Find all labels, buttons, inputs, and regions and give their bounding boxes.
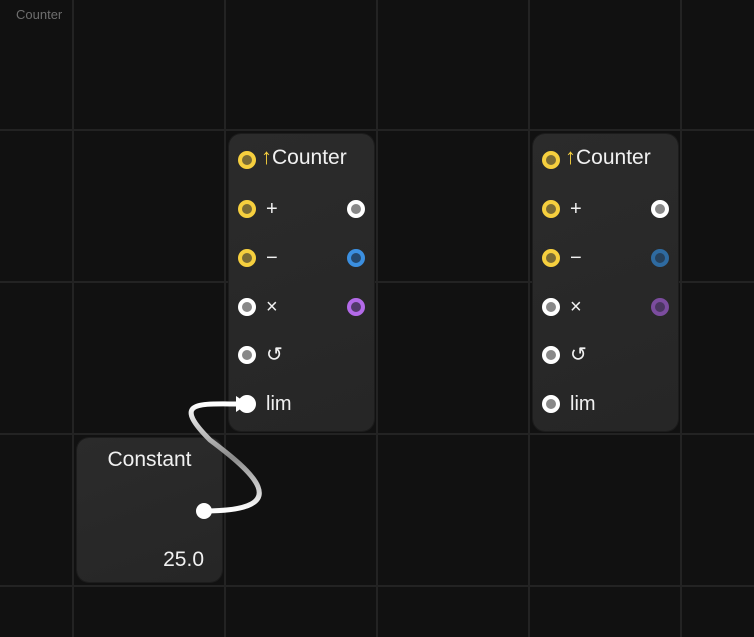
grid-line [224, 0, 226, 637]
node-title-text: Counter [576, 146, 651, 169]
port-row-reset: ↺ [533, 343, 678, 367]
reset-input-port[interactable] [238, 346, 256, 364]
port-label: lim [570, 393, 596, 415]
constant-node[interactable]: Constant 25.0 [77, 438, 222, 582]
decrement-input-port[interactable] [238, 249, 256, 267]
node-title: ↑Counter [261, 145, 347, 170]
grid-line [528, 0, 530, 637]
trigger-input-port[interactable] [542, 151, 560, 169]
counter-node-1[interactable]: ↑Counter + − × ↺ lim [229, 134, 374, 431]
output-port-purple[interactable] [347, 298, 365, 316]
port-row-increment: + [533, 197, 678, 221]
grid-line [72, 0, 74, 637]
node-title: ↑Counter [565, 145, 651, 170]
port-row-decrement: − [533, 246, 678, 270]
counter-node-2[interactable]: ↑Counter + − × ↺ lim [533, 134, 678, 431]
port-row-decrement: − [229, 246, 374, 270]
trigger-input-port[interactable] [238, 151, 256, 169]
port-label: lim [266, 393, 292, 415]
increment-input-port[interactable] [542, 200, 560, 218]
arrow-up-icon: ↑ [261, 144, 272, 169]
grid-line [680, 0, 682, 637]
port-label: × [570, 296, 582, 318]
limit-input-port[interactable] [542, 395, 560, 413]
increment-input-port[interactable] [238, 200, 256, 218]
node-header: ↑Counter [229, 145, 374, 172]
reset-input-port[interactable] [542, 346, 560, 364]
port-row-multiply: × [533, 295, 678, 319]
port-label: − [570, 247, 582, 269]
multiply-input-port[interactable] [542, 298, 560, 316]
port-row-increment: + [229, 197, 374, 221]
node-title-text: Counter [272, 146, 347, 169]
port-label: − [266, 247, 278, 269]
node-title: Constant [107, 448, 192, 471]
port-row-limit: lim [229, 392, 374, 416]
grid-line [0, 129, 754, 131]
port-row-multiply: × [229, 295, 374, 319]
port-label: × [266, 296, 278, 318]
port-row-limit: lim [533, 392, 678, 416]
grid-line [0, 433, 754, 435]
node-header: ↑Counter [533, 145, 678, 172]
grid-line [0, 585, 754, 587]
output-port-white[interactable] [347, 200, 365, 218]
output-port-blue[interactable] [651, 249, 669, 267]
arrow-up-icon: ↑ [565, 144, 576, 169]
output-port-purple[interactable] [651, 298, 669, 316]
output-port-white[interactable] [651, 200, 669, 218]
limit-input-port[interactable] [238, 395, 256, 413]
port-label: + [570, 198, 582, 220]
canvas-label: Counter [16, 7, 63, 22]
decrement-input-port[interactable] [542, 249, 560, 267]
port-row-reset: ↺ [229, 343, 374, 367]
reset-icon: ↺ [266, 344, 283, 366]
grid-line [376, 0, 378, 637]
constant-value[interactable]: 25.0 [163, 548, 204, 572]
multiply-input-port[interactable] [238, 298, 256, 316]
port-label: + [266, 198, 278, 220]
reset-icon: ↺ [570, 344, 587, 366]
output-port-blue[interactable] [347, 249, 365, 267]
